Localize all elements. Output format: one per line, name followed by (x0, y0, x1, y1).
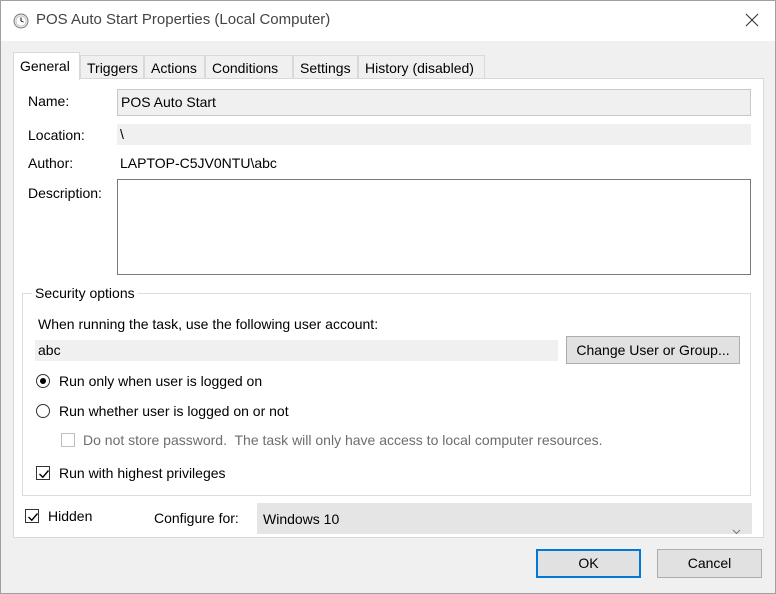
do-not-store-password-checkbox[interactable] (61, 433, 75, 447)
configure-for-label: Configure for: (154, 510, 239, 526)
change-user-or-group-button[interactable]: Change User or Group... (566, 336, 740, 364)
configure-for-select[interactable]: Windows 10 (257, 503, 752, 535)
tab-actions[interactable]: Actions (144, 55, 205, 80)
ok-button[interactable]: OK (536, 549, 641, 578)
run-whether-logged-on-label[interactable]: Run whether user is logged on or not (59, 403, 289, 419)
tab-general[interactable]: General (13, 52, 80, 80)
radio-run-whether-logged-on[interactable] (36, 404, 50, 418)
cancel-button[interactable]: Cancel (657, 549, 762, 578)
user-account-value: abc (35, 340, 558, 361)
run-only-logged-on-label[interactable]: Run only when user is logged on (59, 373, 262, 389)
description-label: Description: (28, 185, 102, 201)
do-not-store-password-label: Do not store password. The task will onl… (83, 432, 603, 448)
security-options-legend: Security options (32, 285, 138, 301)
highest-privileges-label[interactable]: Run with highest privileges (59, 465, 226, 481)
account-prompt: When running the task, use the following… (38, 316, 379, 332)
chevron-down-icon (732, 515, 741, 545)
highest-privileges-checkbox[interactable] (36, 466, 50, 480)
tab-conditions[interactable]: Conditions (205, 55, 293, 80)
description-field[interactable] (117, 179, 751, 275)
close-icon (745, 13, 759, 30)
tab-triggers[interactable]: Triggers (80, 55, 144, 80)
checkmark-icon (39, 470, 50, 479)
name-label: Name: (28, 93, 70, 109)
configure-for-value: Windows 10 (263, 511, 340, 527)
task-scheduler-clock-icon (13, 13, 29, 29)
tab-bar: General Triggers Actions Conditions Sett… (13, 52, 763, 80)
author-label: Author: (28, 155, 74, 171)
close-button[interactable] (729, 1, 775, 41)
hidden-checkbox[interactable] (25, 509, 39, 523)
tab-history[interactable]: History (disabled) (358, 55, 485, 80)
radio-run-only-logged-on[interactable] (36, 374, 50, 388)
title-bar[interactable]: POS Auto Start Properties (Local Compute… (1, 1, 775, 41)
checkmark-icon (28, 513, 39, 522)
author-value: LAPTOP-C5JV0NTU\abc (120, 155, 277, 171)
location-value: \ (117, 124, 751, 145)
hidden-label[interactable]: Hidden (48, 508, 92, 524)
location-label: Location: (28, 127, 85, 143)
tab-settings[interactable]: Settings (293, 55, 358, 80)
name-field[interactable]: POS Auto Start (117, 89, 751, 116)
window-title: POS Auto Start Properties (Local Compute… (36, 11, 331, 28)
radio-selected-dot (40, 378, 46, 384)
properties-dialog: POS Auto Start Properties (Local Compute… (0, 0, 776, 594)
